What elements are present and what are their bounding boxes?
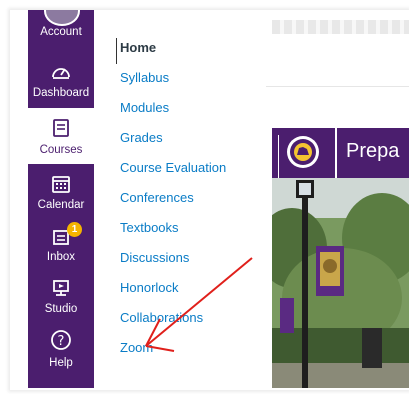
nav-inbox[interactable]: 1 Inbox: [28, 218, 94, 270]
inbox-icon: [28, 224, 94, 248]
calendar-icon: [28, 172, 94, 196]
banner-separator: [335, 128, 337, 178]
course-nav-grades[interactable]: Grades: [120, 130, 163, 146]
nav-help[interactable]: ? Help: [28, 322, 94, 374]
nav-studio[interactable]: Studio: [28, 270, 94, 322]
nav-dashboard-label: Dashboard: [32, 87, 90, 99]
help-icon: ?: [28, 328, 94, 352]
course-nav-discussions[interactable]: Discussions: [120, 250, 189, 266]
nav-dashboard[interactable]: Dashboard: [28, 54, 94, 106]
course-banner: Prepa: [272, 128, 409, 185]
studio-icon: [28, 276, 94, 300]
content-divider: [266, 86, 409, 87]
course-nav-syllabus[interactable]: Syllabus: [120, 70, 169, 86]
global-navigation: Account Dashboard Courses Calendar 1 Inb…: [28, 10, 94, 388]
nav-help-label: Help: [49, 357, 73, 369]
courses-icon: [28, 116, 94, 140]
banner-title: Prepa: [346, 140, 400, 162]
nav-account-label: Account: [40, 26, 82, 38]
campus-photo: [272, 178, 409, 388]
nav-studio-label: Studio: [44, 303, 78, 315]
course-nav-modules[interactable]: Modules: [120, 100, 169, 116]
nav-inbox-label: Inbox: [46, 251, 76, 263]
account-avatar-icon: [44, 10, 80, 26]
course-nav-zoom[interactable]: Zoom: [120, 340, 153, 356]
blurred-header-text: [272, 20, 409, 34]
course-nav-textbooks[interactable]: Textbooks: [120, 220, 179, 236]
nav-calendar[interactable]: Calendar: [28, 166, 94, 218]
nav-courses-label: Courses: [39, 144, 83, 156]
inbox-unread-badge: 1: [67, 222, 82, 237]
course-nav-conferences[interactable]: Conferences: [120, 190, 194, 206]
course-navigation: Home Syllabus Modules Grades Course Eval…: [106, 10, 256, 388]
dashboard-icon: [28, 60, 94, 84]
course-nav-home[interactable]: Home: [120, 40, 156, 56]
nav-courses[interactable]: Courses: [28, 108, 94, 164]
course-nav-collaborations[interactable]: Collaborations: [120, 310, 203, 326]
nav-calendar-label: Calendar: [37, 199, 85, 211]
current-page-indicator: [116, 38, 117, 64]
course-nav-course-evaluation[interactable]: Course Evaluation: [120, 160, 226, 176]
course-nav-honorlock[interactable]: Honorlock: [120, 280, 179, 296]
canvas-window: Account Dashboard Courses Calendar 1 Inb…: [10, 10, 409, 390]
svg-text:?: ?: [58, 334, 65, 349]
